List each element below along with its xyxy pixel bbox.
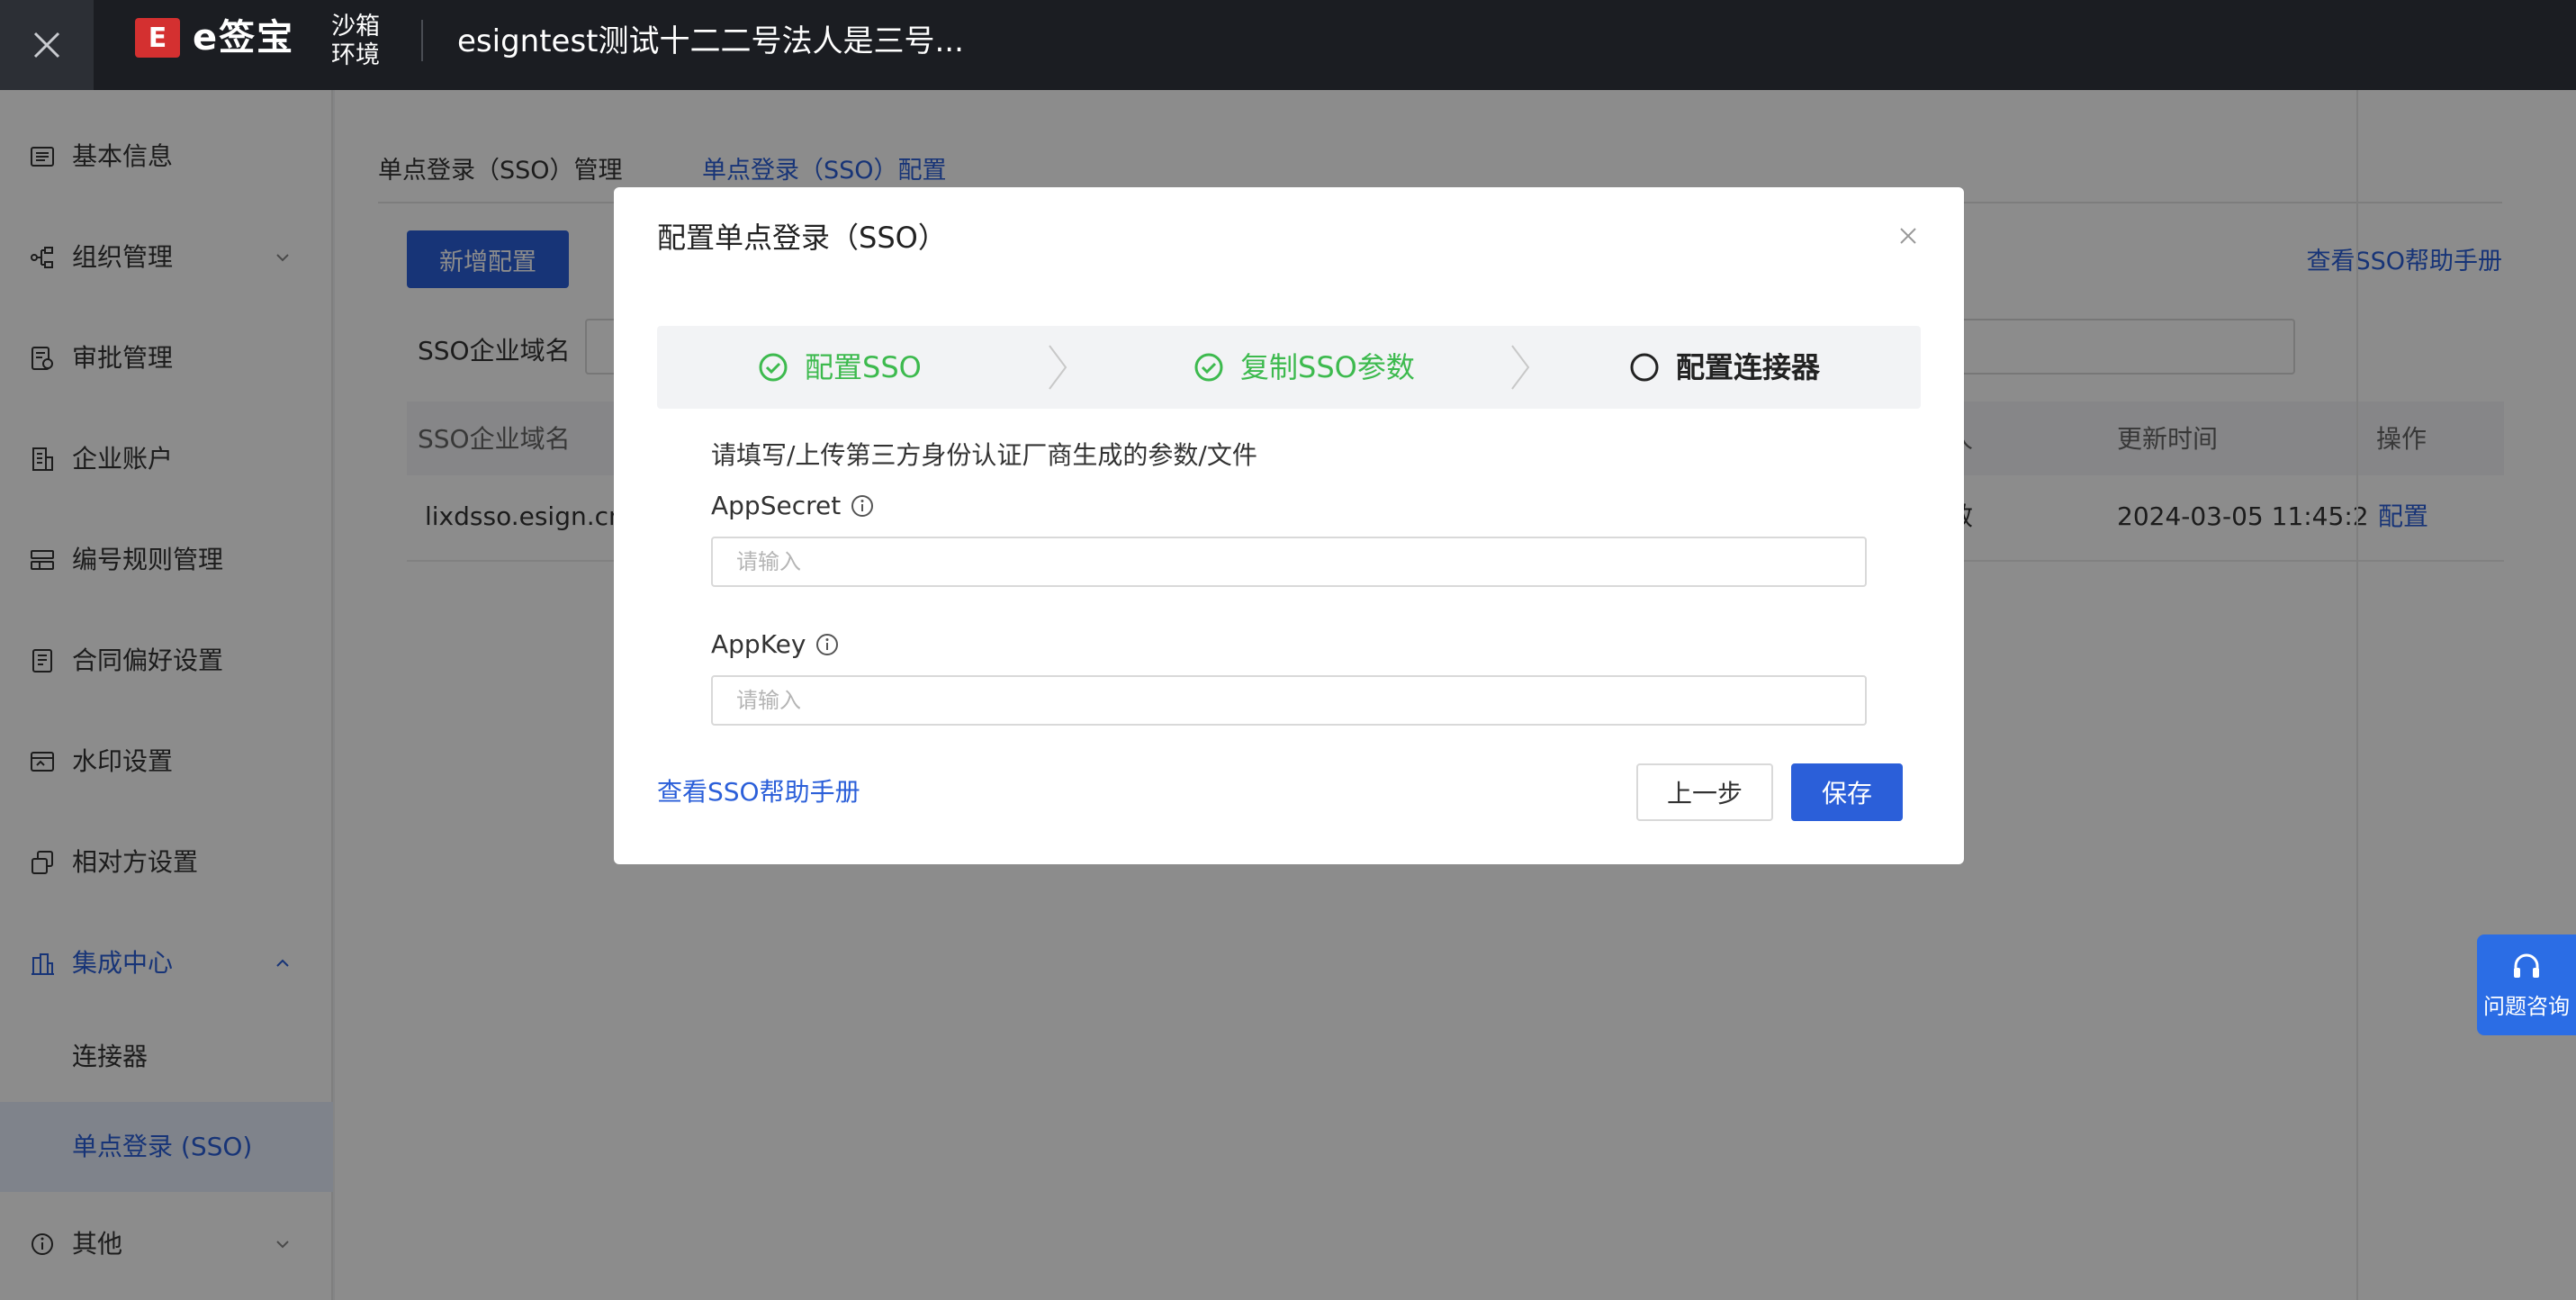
step-configure-connector: 配置连接器 [1629, 349, 1820, 385]
step-label: 配置SSO [805, 350, 922, 384]
step-copy-sso-params: 复制SSO参数 [1193, 349, 1415, 385]
previous-step-button[interactable]: 上一步 [1636, 763, 1773, 821]
appsecret-label: AppSecret [711, 488, 875, 524]
appkey-label: AppKey [711, 627, 840, 663]
close-icon [33, 32, 60, 59]
step-label: 复制SSO参数 [1240, 350, 1415, 384]
consult-float-button[interactable]: 问题咨询 [2477, 934, 2576, 1035]
check-circle-icon [1194, 353, 1223, 382]
info-icon[interactable] [815, 632, 840, 657]
close-window-button[interactable] [0, 0, 94, 90]
instruction-text: 请填写/上传第三方身份认证厂商生成的参数/文件 [711, 440, 1257, 470]
check-circle-icon [759, 353, 788, 382]
close-icon [1900, 228, 1916, 244]
consult-label: 问题咨询 [2483, 994, 2570, 1019]
appkey-input[interactable] [711, 675, 1867, 726]
field-label-text: AppSecret [711, 491, 842, 520]
current-step-circle-icon [1630, 353, 1659, 382]
modal-close-button[interactable] [1892, 220, 1924, 252]
step-arrow-icon [1511, 345, 1530, 390]
logo-text: e签宝 [193, 17, 295, 59]
modal-title: 配置单点登录（SSO） [657, 221, 947, 255]
sso-config-modal: 配置单点登录（SSO） 配置SSO 复制SSO参数 配置连接器 请填写/上传第三… [614, 187, 1964, 864]
logo-mark: E [135, 18, 180, 58]
appsecret-input[interactable] [711, 537, 1867, 587]
modal-sso-help-link[interactable]: 查看SSO帮助手册 [657, 774, 860, 810]
steps-bar: 配置SSO 复制SSO参数 配置连接器 [657, 326, 1921, 409]
org-title[interactable]: esigntest测试十二二号法人是三号... [457, 22, 964, 61]
headset-icon [2514, 953, 2539, 978]
info-icon[interactable] [850, 493, 875, 519]
env-badge: 沙箱环境 [331, 13, 380, 69]
field-label-text: AppKey [711, 629, 806, 659]
header-divider [421, 20, 423, 61]
step-configure-sso: 配置SSO [758, 349, 922, 385]
top-bar: E e签宝 沙箱环境 esigntest测试十二二号法人是三号... [0, 0, 2576, 90]
step-label: 配置连接器 [1676, 350, 1821, 384]
save-button[interactable]: 保存 [1791, 763, 1903, 821]
step-arrow-icon [1049, 345, 1067, 390]
